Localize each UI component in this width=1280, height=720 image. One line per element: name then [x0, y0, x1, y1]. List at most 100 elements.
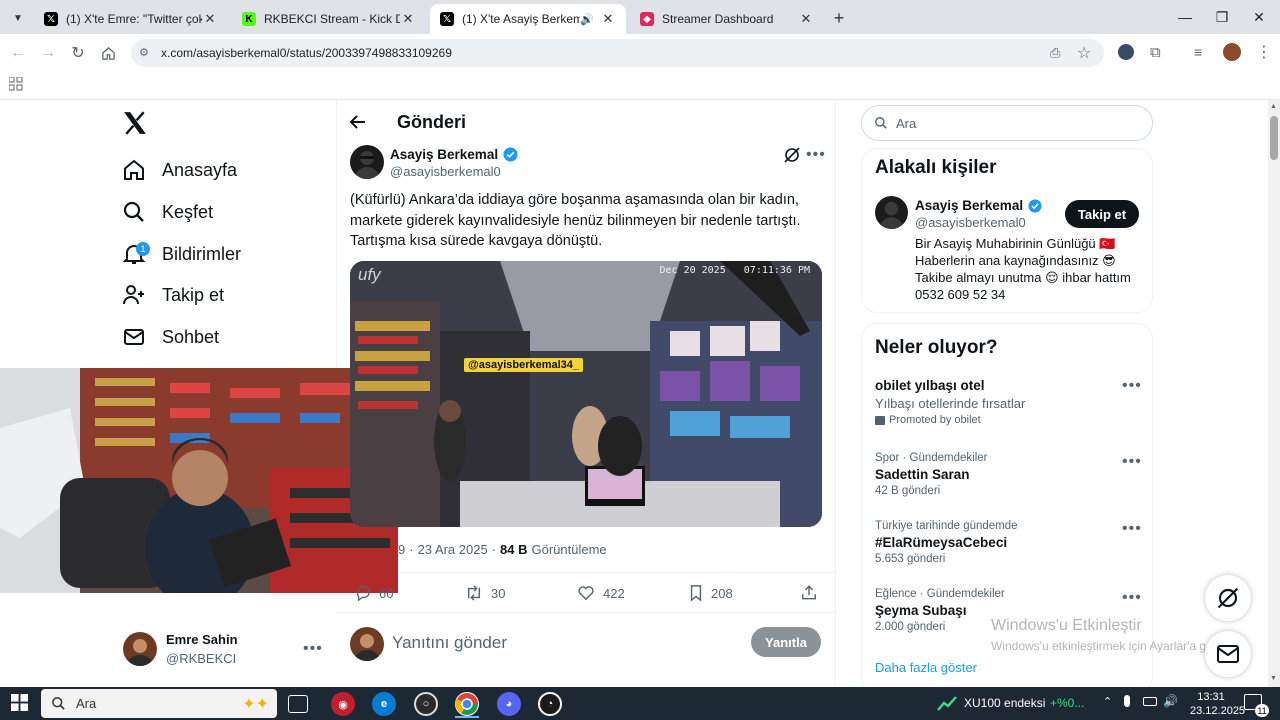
extension-icon[interactable]	[1118, 44, 1134, 60]
trend-more-icon[interactable]: •••	[1122, 589, 1142, 607]
chrome-icon[interactable]	[455, 692, 479, 716]
search-icon	[120, 198, 148, 226]
scrollbar[interactable]	[1268, 100, 1280, 687]
install-app-icon[interactable]: ⎙	[1050, 45, 1060, 61]
taskbar-search[interactable]: Ara ✦✦	[41, 689, 277, 718]
trend-item[interactable]: obilet yılbaşı otel Yılbaşı otellerinde …	[875, 378, 1140, 426]
trend-more-icon[interactable]: •••	[1122, 453, 1142, 471]
account-more-icon[interactable]: •••	[303, 640, 323, 658]
volume-icon[interactable]: 🔊	[1163, 694, 1178, 708]
search-input[interactable]: Ara	[861, 105, 1153, 141]
account-name: Emre Sahin	[166, 632, 238, 647]
discord-icon[interactable]: ◕	[497, 692, 521, 716]
post-more-icon[interactable]: •••	[806, 146, 826, 164]
tab-kick-dashboard[interactable]: K RKBEKCI Stream - Kick Dashboard ✕	[232, 4, 426, 34]
media-control-icon[interactable]: ≡	[1194, 44, 1202, 60]
trend-more-icon[interactable]: •••	[1122, 520, 1142, 538]
bookmark-star-icon[interactable]: ☆	[1077, 43, 1091, 63]
share-button[interactable]	[801, 584, 817, 601]
trend-item[interactable]: Türkiye tarihinde gündemde #ElaRümeysaCe…	[875, 520, 1140, 565]
video-watermark: @asayisberkemal34_	[464, 358, 584, 372]
forward-arrow-icon[interactable]: →	[35, 40, 61, 66]
show-more-link[interactable]: Daha fazla göster	[875, 660, 977, 675]
video-brand-logo: ufy	[358, 265, 381, 284]
speaker-icon[interactable]: 🔊	[580, 13, 594, 26]
sidebar-item-explore[interactable]: Keşfet	[120, 192, 213, 232]
post-time: 9	[398, 542, 406, 557]
microphone-icon[interactable]	[1124, 695, 1130, 707]
author-name[interactable]: Asayiş Berkemal	[390, 147, 498, 162]
column-divider	[835, 100, 836, 687]
sidebar-item-home[interactable]: Anasayfa	[120, 150, 237, 190]
back-arrow-icon[interactable]: ←	[5, 40, 31, 66]
battery-icon[interactable]	[1143, 697, 1157, 706]
home-icon	[120, 156, 148, 184]
close-icon[interactable]: ✕	[202, 11, 218, 27]
app-red-icon[interactable]: ◉	[331, 692, 355, 716]
search-placeholder: Ara	[896, 115, 917, 131]
window-close-icon[interactable]: ✕	[1236, 0, 1280, 34]
reply-button[interactable]: 60	[355, 585, 393, 601]
post-text: (Küfürlü) Ankara’da iddiaya göre boşanma…	[350, 192, 801, 249]
like-button[interactable]: 422	[577, 585, 625, 601]
edge-icon[interactable]: e	[372, 692, 396, 716]
tray-chevron-icon[interactable]: ⌃	[1103, 695, 1112, 708]
promoted-icon	[875, 415, 885, 425]
messages-float-button[interactable]	[1205, 631, 1251, 677]
tab-search-chevron-icon[interactable]: ▼	[8, 8, 28, 28]
app-circle-icon[interactable]: ○	[414, 692, 438, 716]
clock[interactable]: 13:31 23.12.2025	[1190, 690, 1245, 718]
share-icon	[802, 585, 816, 600]
windows-start-icon[interactable]	[11, 694, 28, 711]
trend-more-icon[interactable]: •••	[1122, 377, 1142, 395]
scrollbar-thumb[interactable]	[1270, 116, 1278, 160]
avatar[interactable]	[123, 632, 157, 666]
repost-button[interactable]: 30	[465, 585, 505, 601]
back-arrow-icon[interactable]	[348, 112, 368, 132]
grok-float-button[interactable]	[1205, 575, 1251, 621]
profile-avatar[interactable]	[1223, 43, 1241, 61]
reload-icon[interactable]: ↻	[65, 40, 91, 66]
apps-grid-icon[interactable]	[9, 77, 23, 91]
sidebar-item-notifications[interactable]: 1 Bildirimler	[120, 234, 241, 274]
related-avatar[interactable]	[875, 196, 908, 229]
sidebar-item-chat[interactable]: Sohbet	[120, 317, 219, 357]
reply-input[interactable]: Yanıtını gönder	[392, 633, 507, 653]
sidebar-item-follow[interactable]: Takip et	[120, 275, 224, 315]
bookmarks-bar	[0, 72, 1280, 100]
task-view-icon[interactable]	[288, 695, 308, 713]
close-icon[interactable]: ✕	[600, 11, 616, 27]
tab-streamer-dashboard[interactable]: ◆ Streamer Dashboard ✕	[630, 4, 824, 34]
close-icon[interactable]: ✕	[798, 11, 814, 27]
stock-name[interactable]: XU100 endeksi	[964, 696, 1045, 710]
site-info-icon[interactable]: ⚙	[139, 46, 149, 59]
grok-icon[interactable]	[783, 146, 801, 164]
reply-count: 60	[379, 585, 394, 601]
tab-x-asayis[interactable]: 𝕏 (1) X'te Asayiş Berkemal: "(K 🔊 ✕	[430, 4, 626, 34]
post-date[interactable]: 23 Ara 2025	[418, 542, 488, 557]
obs-icon[interactable]: ◔	[538, 692, 562, 716]
tab-title: RKBEKCI Stream - Kick Dashboard	[264, 12, 400, 26]
new-tab-plus-icon[interactable]: +	[828, 7, 850, 29]
scroll-up-icon[interactable]: ▲	[1270, 103, 1277, 110]
reply-submit-button[interactable]: Yanıtla	[751, 627, 821, 657]
address-bar[interactable]: x.com/asayisberkemal0/status/20033974988…	[131, 39, 1104, 67]
post-video[interactable]: Dec 20 2025 07:11:36 PM ufy @asayisberke…	[350, 261, 822, 527]
scroll-down-icon[interactable]: ▼	[1270, 675, 1277, 682]
sidebar-item-label: Bildirimler	[162, 243, 242, 264]
puzzle-icon[interactable]: ⧉	[1150, 44, 1161, 61]
bookmark-button[interactable]: 208	[689, 585, 733, 601]
close-icon[interactable]: ✕	[400, 11, 416, 27]
home-button-icon[interactable]	[95, 40, 121, 66]
trend-item[interactable]: Spor · Gündemdekiler Sadettin Saran 42 B…	[875, 452, 1140, 497]
activation-watermark-title: Windows'u Etkinleştir	[991, 617, 1142, 634]
x-logo-icon[interactable]	[122, 111, 148, 135]
kebab-menu-icon[interactable]: ⋮	[1256, 42, 1272, 62]
author-avatar[interactable]	[350, 145, 384, 179]
related-name-row: Asayiş Berkemal	[915, 198, 1042, 213]
tab-title: (1) X'te Emre: "Twitter çok fazla	[66, 12, 202, 26]
heart-icon	[578, 586, 594, 601]
tab-x-emre[interactable]: 𝕏 (1) X'te Emre: "Twitter çok fazla ✕	[34, 4, 228, 34]
follow-button[interactable]: Takip et	[1065, 200, 1139, 228]
related-name[interactable]: Asayiş Berkemal	[915, 198, 1023, 213]
